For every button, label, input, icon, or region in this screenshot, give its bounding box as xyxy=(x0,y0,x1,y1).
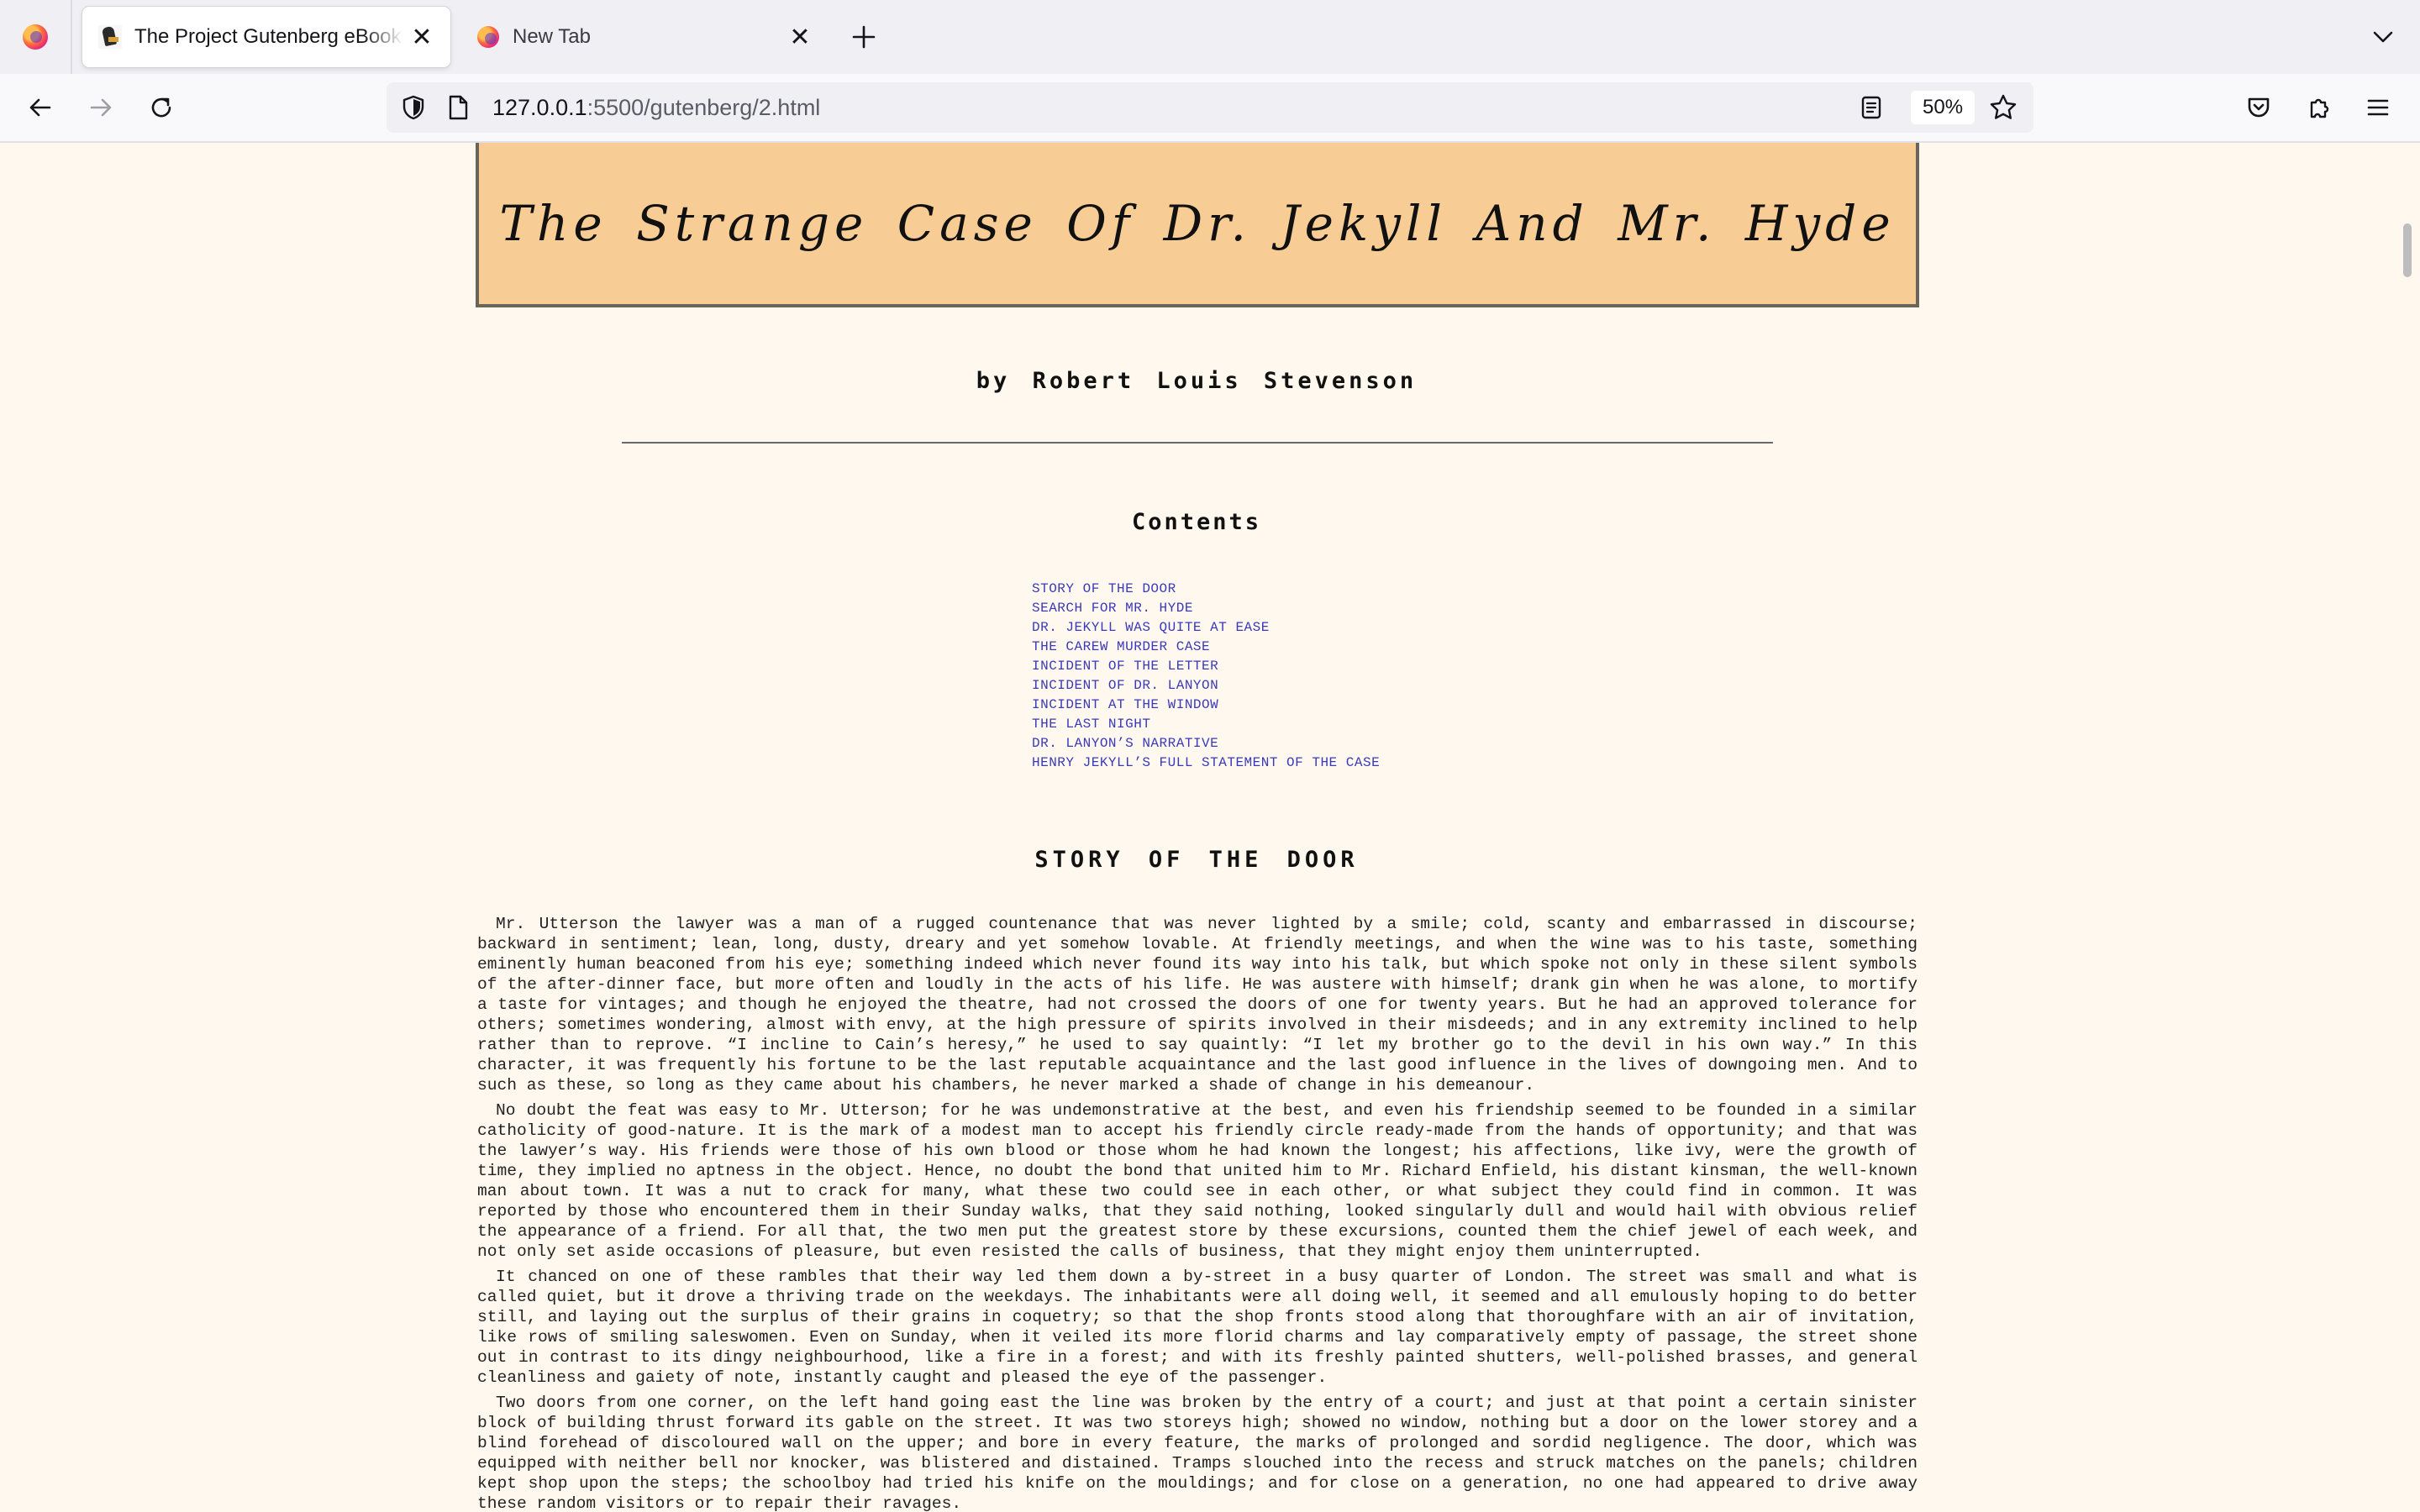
toc-link[interactable]: THE LAST NIGHT xyxy=(1032,715,1380,734)
tab-new-tab[interactable]: New Tab ✕ xyxy=(460,7,829,67)
contents-heading: Contents xyxy=(1131,509,1262,535)
address-bar[interactable]: 127.0.0.1:5500/gutenberg/2.html 50% xyxy=(387,82,2033,133)
app-menu-hamburger-icon[interactable] xyxy=(2356,86,2400,129)
firefox-view-button[interactable] xyxy=(0,0,72,74)
bookmark-star-icon[interactable] xyxy=(1988,92,2018,127)
horizontal-rule xyxy=(622,442,1773,444)
reload-icon[interactable] xyxy=(139,86,183,129)
toc-link[interactable]: SEARCH FOR MR. HYDE xyxy=(1032,599,1380,618)
author-line: by Robert Louis Stevenson xyxy=(976,368,1418,394)
new-tab-plus-icon[interactable] xyxy=(844,17,884,57)
back-arrow-icon[interactable] xyxy=(18,86,62,129)
toc-link[interactable]: HENRY JEKYLL’S FULL STATEMENT OF THE CAS… xyxy=(1032,753,1380,773)
forward-arrow-icon[interactable] xyxy=(79,86,123,129)
toc-link[interactable]: INCIDENT OF DR. LANYON xyxy=(1032,676,1380,696)
paragraph: Mr. Utterson the lawyer was a man of a r… xyxy=(477,915,1918,1095)
table-of-contents: STORY OF THE DOOR SEARCH FOR MR. HYDE DR… xyxy=(1032,580,1380,773)
url-text[interactable]: 127.0.0.1:5500/gutenberg/2.html xyxy=(492,82,820,133)
tab-strip: The Project Gutenberg eBook of The Stran… xyxy=(0,0,2420,74)
book-title: The Strange Case Of Dr. Jekyll And Mr. H… xyxy=(499,195,1896,252)
gutenberg-favicon-icon xyxy=(97,24,123,50)
toc-link[interactable]: THE CAREW MURDER CASE xyxy=(1032,638,1380,657)
reader-view-icon[interactable] xyxy=(1859,94,1884,125)
tab-title: The Project Gutenberg eBook of The Stran… xyxy=(134,25,403,48)
close-tab-icon[interactable]: ✕ xyxy=(408,24,435,51)
tracking-protection-shield-icon[interactable] xyxy=(400,94,427,125)
close-tab-icon[interactable]: ✕ xyxy=(786,24,813,51)
url-path: :5500/gutenberg/2.html xyxy=(587,95,821,120)
url-host: 127.0.0.1 xyxy=(492,95,587,120)
page-info-document-icon[interactable] xyxy=(445,94,471,125)
chapter-heading: STORY OF THE DOOR xyxy=(1034,847,1359,873)
navigation-toolbar: 127.0.0.1:5500/gutenberg/2.html 50% xyxy=(0,74,2420,143)
paragraph: No doubt the feat was easy to Mr. Utters… xyxy=(477,1101,1918,1261)
paragraph: It chanced on one of these rambles that … xyxy=(477,1268,1918,1387)
toc-link[interactable]: STORY OF THE DOOR xyxy=(1032,580,1380,599)
tab-gutenberg[interactable]: The Project Gutenberg eBook of The Stran… xyxy=(82,7,450,67)
toc-link[interactable]: DR. LANYON’S NARRATIVE xyxy=(1032,734,1380,753)
vertical-scrollbar-thumb[interactable] xyxy=(2403,223,2412,277)
chapter-body: Mr. Utterson the lawyer was a man of a r… xyxy=(477,914,1918,1512)
list-all-tabs-chevron-icon[interactable] xyxy=(2363,17,2403,57)
firefox-logo-icon xyxy=(23,24,48,50)
title-banner: The Strange Case Of Dr. Jekyll And Mr. H… xyxy=(476,143,1919,307)
toc-link[interactable]: DR. JEKYLL WAS QUITE AT EASE xyxy=(1032,618,1380,638)
toc-link[interactable]: INCIDENT AT THE WINDOW xyxy=(1032,696,1380,715)
pocket-icon[interactable] xyxy=(2237,86,2281,129)
tab-title: New Tab xyxy=(513,25,591,48)
firefox-favicon-icon xyxy=(476,24,501,50)
extensions-puzzle-icon[interactable] xyxy=(2297,86,2341,129)
paragraph: Two doors from one corner, on the left h… xyxy=(477,1394,1918,1512)
page-viewport: The Strange Case Of Dr. Jekyll And Mr. H… xyxy=(0,143,2420,1512)
zoom-level-button[interactable]: 50% xyxy=(1911,91,1975,124)
toc-link[interactable]: INCIDENT OF THE LETTER xyxy=(1032,657,1380,676)
